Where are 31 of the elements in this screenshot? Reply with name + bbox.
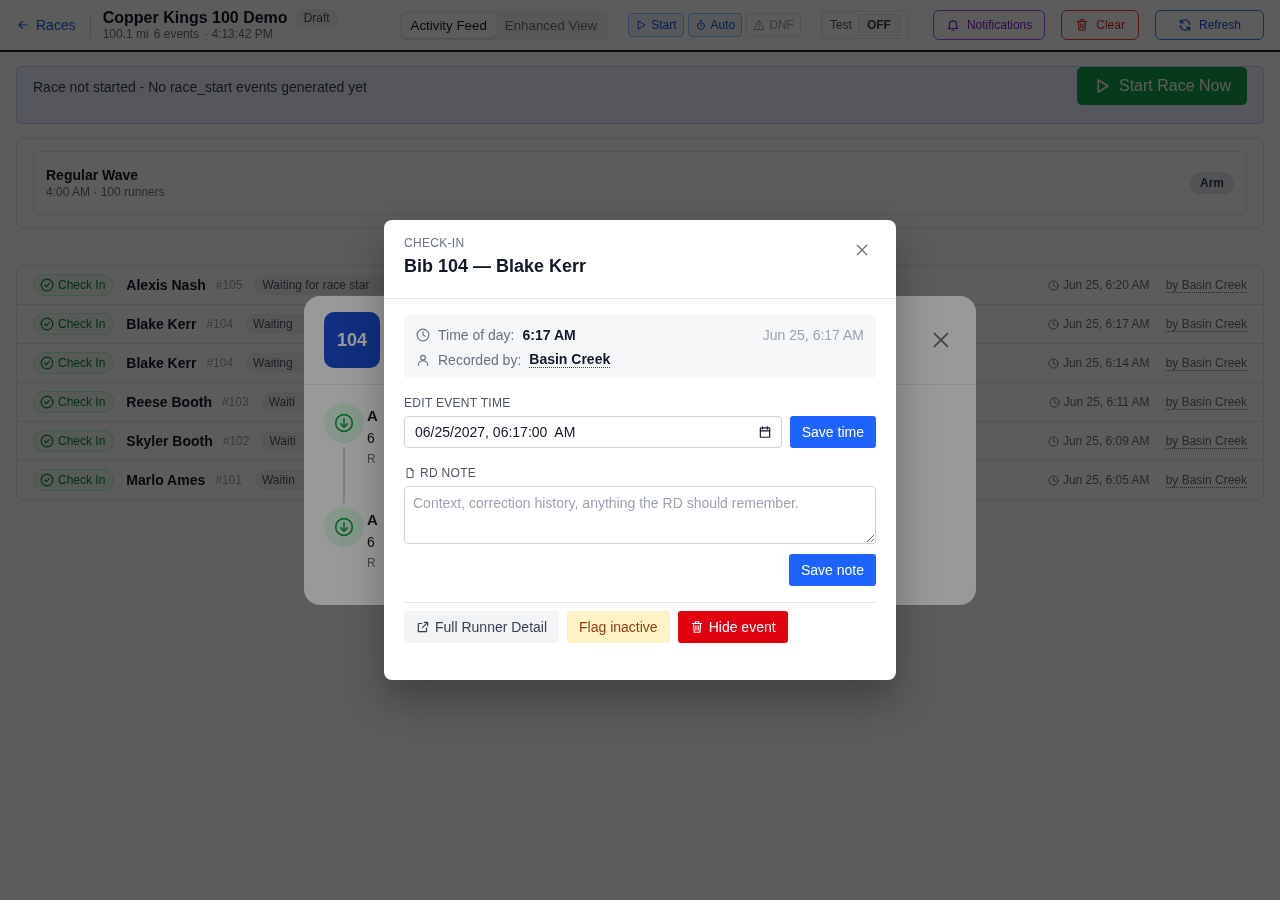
dialog-eyebrow: CHECK-IN xyxy=(404,236,466,250)
event-type-badge: Check In xyxy=(33,352,115,374)
event-type-badge: Check In xyxy=(33,313,115,335)
info-label: Time of day: xyxy=(438,327,515,343)
wave-name: Regular Wave xyxy=(46,167,140,183)
timeline-title: A xyxy=(367,511,378,528)
banner-message: Race not started - No race_start events generated yet xyxy=(33,79,367,95)
event-timestamp: Jun 25, 6:17 AM xyxy=(762,327,864,343)
bib-badge: 104 xyxy=(324,312,380,368)
field-label: RD NOTE xyxy=(420,466,477,480)
test-label: Test xyxy=(829,18,852,32)
runner-name: Blake Kerr xyxy=(126,355,197,371)
timeline-note: R xyxy=(367,556,377,570)
event-type-badge: Check In xyxy=(33,274,115,296)
runner-name: Blake Kerr xyxy=(126,316,197,332)
status-badge: Draft xyxy=(295,9,338,27)
race-title: Copper Kings 100 Demo xyxy=(102,9,288,27)
event-type-badge: Check In xyxy=(33,391,115,413)
info-label: Recorded by: xyxy=(438,351,522,368)
runner-name: Skyler Booth xyxy=(126,433,213,449)
timeline-note: R xyxy=(367,452,377,466)
timeline-time: 6 xyxy=(367,430,376,446)
event-type-badge: Check In xyxy=(33,430,115,452)
time-of-day: 6:17 AM xyxy=(522,327,576,343)
runner-name: Alexis Nash xyxy=(126,277,206,293)
event-type-badge: Check In xyxy=(33,469,115,491)
field-label: EDIT EVENT TIME xyxy=(404,396,512,410)
runner-name: Reese Booth xyxy=(126,394,212,410)
dialog-title: Bib 104 — Blake Kerr xyxy=(404,256,587,277)
runner-name: Marlo Ames xyxy=(126,472,206,488)
timeline-time: 6 xyxy=(367,534,376,550)
